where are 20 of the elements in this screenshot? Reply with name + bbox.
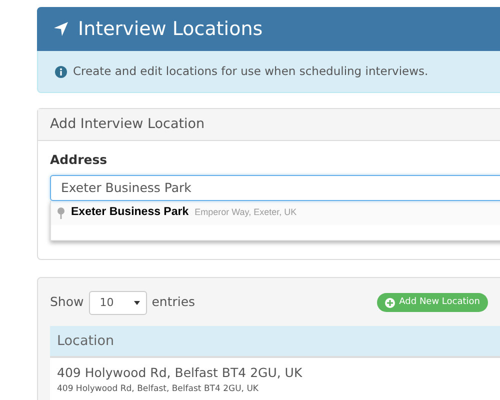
- panel-title: Add Interview Location: [38, 109, 500, 141]
- page-title: Interview Locations: [78, 16, 263, 42]
- info-icon: [55, 66, 67, 78]
- page-size-select[interactable]: 10: [88, 290, 147, 315]
- caret-icon: [134, 300, 140, 305]
- field-label: Address: [50, 151, 108, 169]
- suggestion-detail: Emperor Way, Exeter, UK: [194, 206, 297, 219]
- plus-circle-icon: [385, 298, 396, 308]
- map-pin-icon: [57, 206, 65, 219]
- address-field[interactable]: Exeter Business Park: [50, 174, 500, 201]
- column-header: Location: [50, 326, 500, 358]
- show-label: Show: [50, 293, 84, 312]
- entries-label: entries: [152, 293, 196, 312]
- suggestion-item[interactable]: Exeter Business Park Emperor Way, Exeter, UK: [51, 200, 500, 225]
- table-row[interactable]: 409 Holywood Rd, Belfast BT4 2GU, UK 409 Holywood Rd, Belfast, Belfast BT4 2GU, UK: [50, 358, 500, 400]
- suggestion-name: Exeter Business Park: [71, 205, 189, 220]
- location-address: 409 Holywood Rd, Belfast, Belfast BT4 2GU, UK: [57, 382, 260, 396]
- info-text: Create and edit locations for use when scheduling interviews.: [73, 62, 428, 80]
- location-title: 409 Holywood Rd, Belfast BT4 2GU, UK: [57, 364, 304, 382]
- navigation-arrow-icon: [53, 21, 69, 37]
